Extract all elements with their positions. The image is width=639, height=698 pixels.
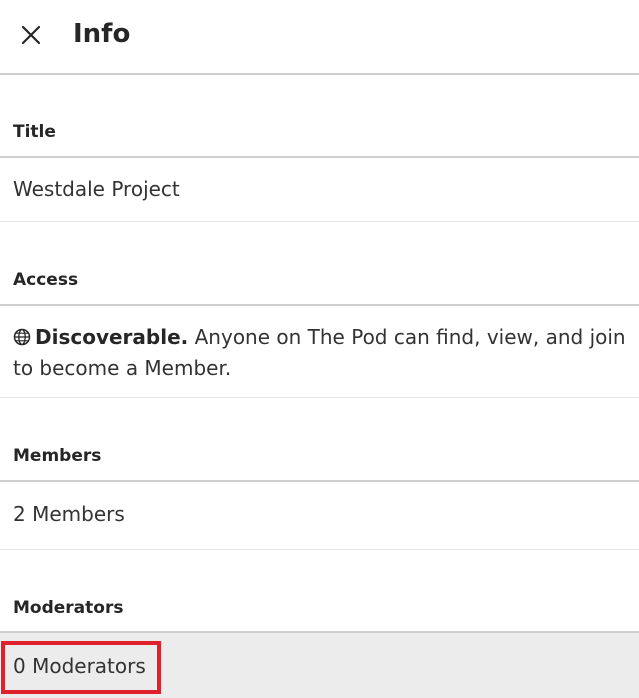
close-icon xyxy=(21,25,41,45)
close-button[interactable] xyxy=(16,20,46,50)
members-divider xyxy=(0,480,639,482)
access-type: Discoverable. xyxy=(35,325,189,349)
page-title: Info xyxy=(73,19,131,49)
access-label: Access xyxy=(13,270,79,290)
panel-header: Info xyxy=(0,0,639,75)
title-label: Title xyxy=(13,122,56,142)
members-row-divider xyxy=(0,549,639,550)
access-divider xyxy=(0,304,639,306)
moderators-label: Moderators xyxy=(13,598,124,618)
title-divider xyxy=(0,156,639,158)
globe-icon xyxy=(13,325,31,354)
moderators-value[interactable]: 0 Moderators xyxy=(13,652,146,681)
members-value[interactable]: 2 Members xyxy=(0,500,639,529)
title-row-divider xyxy=(0,221,639,222)
access-row-divider xyxy=(0,397,639,398)
access-value: Discoverable. Anyone on The Pod can find… xyxy=(0,323,639,383)
members-label: Members xyxy=(13,446,102,466)
title-value: Westdale Project xyxy=(13,177,180,201)
